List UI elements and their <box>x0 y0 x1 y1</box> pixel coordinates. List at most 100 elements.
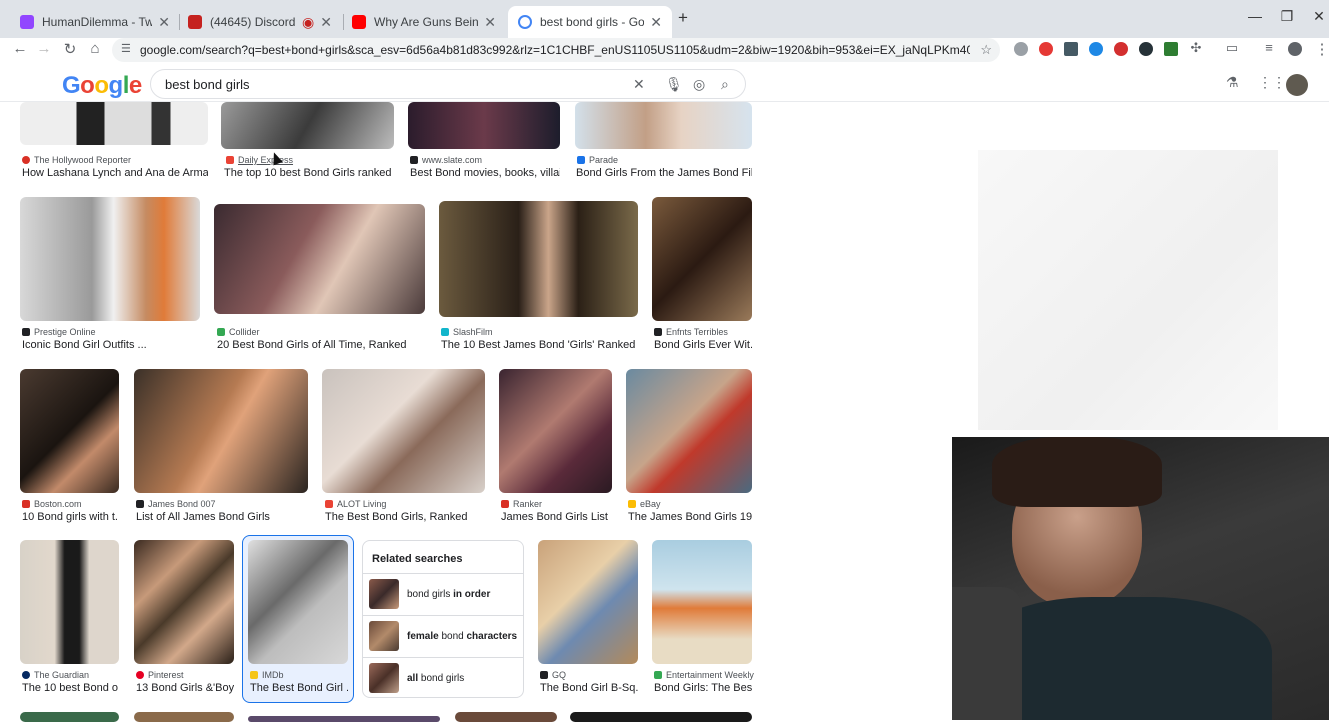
result-source[interactable]: James Bond 007 <box>136 499 216 509</box>
bookmark-star-icon[interactable]: ☆ <box>980 42 992 58</box>
clear-icon[interactable]: ✕ <box>633 76 645 93</box>
puzzle-icon[interactable]: ✣ <box>1186 40 1206 56</box>
result-source[interactable]: IMDb <box>250 670 284 680</box>
result-caption[interactable]: The 10 best Bond o... <box>22 682 119 694</box>
extension-icon[interactable] <box>1064 42 1078 56</box>
related-item[interactable]: bond girls in order <box>363 573 523 614</box>
result-caption[interactable]: The 10 Best James Bond 'Girls' Ranked <box>441 339 638 351</box>
result-source[interactable]: Collider <box>217 327 260 337</box>
search-input[interactable]: best bond girls ✕ 🎙 ◎ ⌕ <box>150 69 746 99</box>
result-caption[interactable]: Iconic Bond Girl Outfits ... <box>22 339 200 351</box>
result-caption[interactable]: James Bond Girls List ... <box>501 511 612 523</box>
media-controls-icon[interactable]: ≡ <box>1259 40 1279 55</box>
close-window-icon[interactable]: ✕ <box>1304 8 1329 25</box>
result-source[interactable]: Daily Express <box>226 155 293 165</box>
result-source[interactable]: eBay <box>628 499 661 509</box>
result-caption[interactable]: How Lashana Lynch and Ana de Armas ... <box>22 167 208 179</box>
result-source[interactable]: Pinterest <box>136 670 184 680</box>
new-tab-button[interactable]: + <box>668 8 698 28</box>
site-info-icon[interactable]: ☰ <box>121 42 131 55</box>
result-image[interactable] <box>20 369 119 493</box>
result-source[interactable]: The Guardian <box>22 670 89 680</box>
result-source[interactable]: Boston.com <box>22 499 82 509</box>
result-source[interactable]: Enfnts Terribles <box>654 327 728 337</box>
microphone-icon[interactable]: 🎙 <box>665 76 683 93</box>
result-image[interactable] <box>408 102 560 149</box>
result-image[interactable] <box>134 712 234 722</box>
restore-icon[interactable]: ❐ <box>1272 8 1302 25</box>
result-caption[interactable]: List of All James Bond Girls <box>136 511 308 523</box>
address-bar[interactable]: ☰ google.com/search?q=best+bond+girls&sc… <box>112 38 1000 62</box>
reload-icon[interactable]: ↻ <box>60 40 80 58</box>
result-caption[interactable]: Best Bond movies, books, villai... <box>410 167 560 179</box>
extension-icon[interactable] <box>1164 42 1178 56</box>
related-item[interactable]: all bond girls <box>363 657 523 698</box>
tab-twitch[interactable]: HumanDilemma - Twitch ✕ <box>10 6 180 38</box>
menu-icon[interactable]: ⋮ <box>1312 40 1329 58</box>
extension-icon[interactable] <box>1014 42 1028 56</box>
result-caption[interactable]: The top 10 best Bond Girls ranked ... <box>224 167 394 179</box>
result-caption[interactable]: Bond Girls Ever Wit... <box>654 339 752 351</box>
result-image[interactable] <box>455 712 557 722</box>
close-tab-icon[interactable]: ✕ <box>320 14 332 31</box>
result-image[interactable] <box>538 540 638 664</box>
result-source[interactable]: GQ <box>540 670 566 680</box>
shield-icon[interactable] <box>1139 42 1153 56</box>
forward-icon[interactable]: → <box>34 40 54 57</box>
result-image[interactable] <box>652 197 752 321</box>
result-caption[interactable]: The Best Bond Girl ... <box>250 682 348 694</box>
result-source[interactable]: SlashFilm <box>441 327 493 337</box>
lens-icon[interactable]: ◎ <box>693 76 705 93</box>
result-image[interactable] <box>322 369 485 493</box>
result-image[interactable] <box>248 716 440 722</box>
result-image[interactable] <box>134 540 234 664</box>
result-source[interactable]: www.slate.com <box>410 155 482 165</box>
result-caption[interactable]: 13 Bond Girls &'Boy... <box>136 682 234 694</box>
minimize-icon[interactable]: — <box>1240 8 1270 24</box>
result-caption[interactable]: Bond Girls: The Bes... <box>654 682 752 694</box>
labs-icon[interactable]: ⚗ <box>1226 74 1239 91</box>
result-source[interactable]: Prestige Online <box>22 327 96 337</box>
result-image[interactable] <box>439 201 638 317</box>
result-caption[interactable]: The James Bond Girls 19... <box>628 511 752 523</box>
result-caption[interactable]: Bond Girls From the James Bond Fil... <box>576 167 752 179</box>
result-caption[interactable]: 20 Best Bond Girls of All Time, Ranked <box>217 339 425 351</box>
result-image[interactable] <box>248 540 348 664</box>
result-image[interactable] <box>20 712 119 722</box>
close-tab-icon[interactable]: ✕ <box>158 14 170 31</box>
result-caption[interactable]: The Bond Girl B-Sq... <box>540 682 638 694</box>
related-item[interactable]: female bond characters <box>363 615 523 656</box>
result-image[interactable] <box>626 369 752 493</box>
result-image[interactable] <box>652 540 752 664</box>
close-tab-icon[interactable]: ✕ <box>650 14 662 31</box>
result-image[interactable] <box>134 369 308 493</box>
result-image[interactable] <box>214 204 425 314</box>
tab-discord[interactable]: (44645) Discord | Jhunter, R ◉ ✕ <box>178 6 342 38</box>
result-image[interactable] <box>499 369 612 493</box>
result-source[interactable]: Entertainment Weekly <box>654 670 754 680</box>
home-icon[interactable]: ⌂ <box>85 40 105 57</box>
cast-icon[interactable]: ▭ <box>1222 40 1242 56</box>
result-source[interactable]: The Hollywood Reporter <box>22 155 131 165</box>
close-tab-icon[interactable]: ✕ <box>484 14 496 31</box>
adblock-icon[interactable] <box>1039 42 1053 56</box>
extension-icon[interactable] <box>1114 42 1128 56</box>
tab-google-search[interactable]: best bond girls - Google Search ✕ <box>508 6 672 38</box>
result-image[interactable] <box>221 102 394 149</box>
result-source[interactable]: Parade <box>577 155 618 165</box>
back-icon[interactable]: ← <box>10 40 30 57</box>
google-logo[interactable]: Google <box>62 72 142 100</box>
result-source[interactable]: ALOT Living <box>325 499 386 509</box>
result-image[interactable] <box>20 197 200 321</box>
result-image[interactable] <box>575 102 752 149</box>
account-avatar[interactable] <box>1286 74 1308 96</box>
result-caption[interactable]: The Best Bond Girls, Ranked <box>325 511 485 523</box>
tab-youtube[interactable]: Why Are Guns Being Removed ✕ <box>342 6 506 38</box>
result-source[interactable]: Ranker <box>501 499 542 509</box>
result-image[interactable] <box>20 540 119 664</box>
extension-icon[interactable] <box>1089 42 1103 56</box>
result-caption[interactable]: 10 Bond girls with t... <box>22 511 119 523</box>
search-icon[interactable]: ⌕ <box>721 76 729 93</box>
result-image[interactable] <box>570 712 752 722</box>
avatar[interactable] <box>1288 42 1302 56</box>
